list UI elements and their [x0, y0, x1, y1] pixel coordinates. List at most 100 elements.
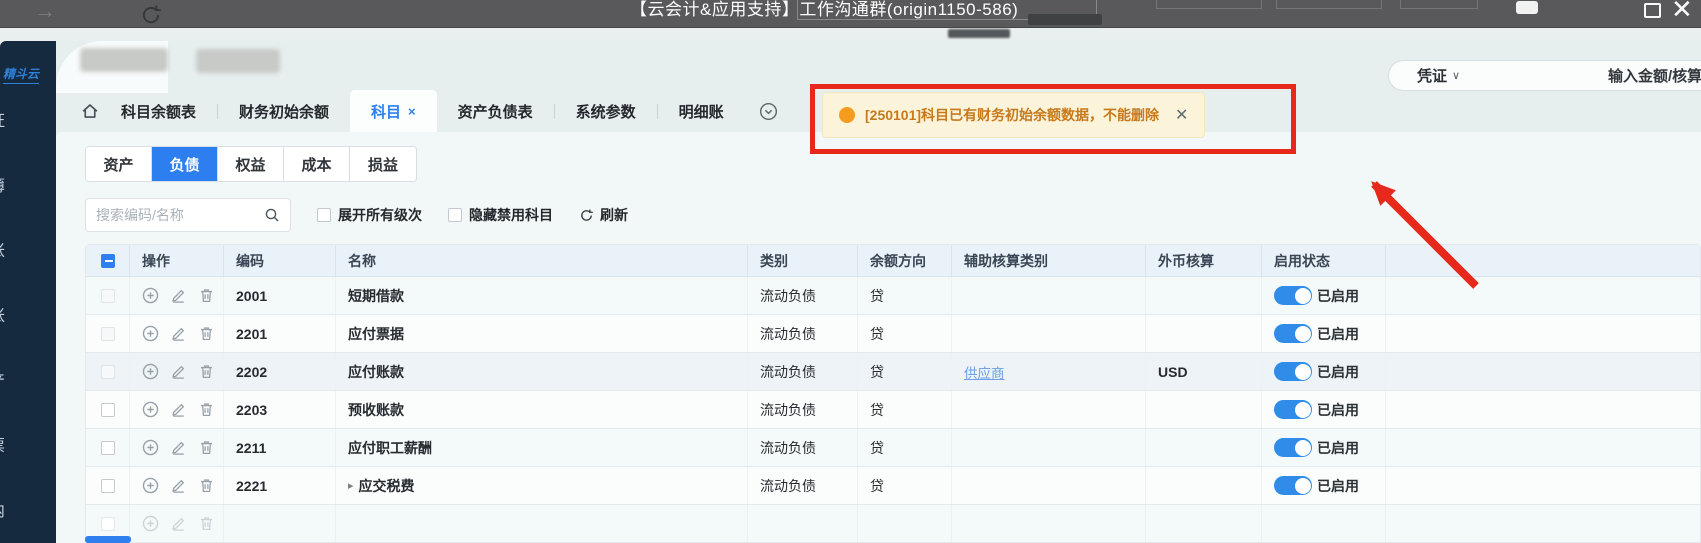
checkbox-icon[interactable]	[448, 208, 462, 222]
toast-close-icon[interactable]: ✕	[1175, 105, 1188, 125]
aux-accounting-type[interactable]: 供应商	[964, 362, 1005, 382]
titlebar-button-ghost[interactable]	[1156, 0, 1262, 9]
select-all-checkbox[interactable]	[101, 254, 115, 268]
tab-more-dropdown-icon[interactable]	[759, 102, 778, 121]
col-header-status: 启用状态	[1262, 245, 1386, 276]
tab-detail-ledger[interactable]: 明细账	[658, 90, 745, 132]
close-icon[interactable]: ✕	[1671, 0, 1693, 25]
sidebar-item[interactable]: 证	[0, 107, 33, 131]
delete-icon[interactable]	[198, 401, 215, 418]
subtab-liabilities[interactable]: 负债	[152, 147, 218, 181]
maximize-icon[interactable]	[1644, 3, 1661, 18]
enable-toggle[interactable]	[1274, 286, 1312, 305]
horizontal-scrollbar-thumb[interactable]	[85, 536, 131, 543]
edit-icon[interactable]	[170, 439, 187, 456]
row-select-cell	[86, 277, 130, 314]
status-cell: 已启用	[1262, 429, 1386, 466]
row-checkbox[interactable]	[101, 289, 115, 303]
extra-cell	[1386, 391, 1700, 428]
brand-logo: 精斗云	[3, 65, 39, 84]
expand-caret-icon[interactable]: ▸	[348, 479, 354, 492]
search-input[interactable]: 搜索编码/名称	[85, 198, 291, 232]
enable-toggle[interactable]	[1274, 362, 1312, 381]
account-name: 应付职工薪酬	[348, 438, 432, 458]
subtab-cost[interactable]: 成本	[284, 147, 350, 181]
redaction-smudge	[1028, 14, 1102, 25]
enable-toggle[interactable]	[1274, 438, 1312, 457]
tab-close-icon[interactable]: ×	[408, 104, 416, 119]
sidebar-item[interactable]: 账	[0, 302, 33, 326]
sidebar-item[interactable]: 内	[0, 497, 33, 521]
browser-forward-icon[interactable]: →	[34, 0, 56, 24]
subtab-assets[interactable]: 资产	[86, 147, 152, 181]
edit-icon[interactable]	[170, 363, 187, 380]
enable-toggle[interactable]	[1274, 476, 1312, 495]
hide-disabled-checkbox[interactable]: 隐藏禁用科目	[448, 205, 553, 225]
browser-refresh-icon[interactable]	[140, 4, 162, 31]
edit-icon[interactable]	[170, 287, 187, 304]
checkbox-icon[interactable]	[317, 208, 331, 222]
tab-system-params[interactable]: 系统参数	[555, 90, 657, 132]
add-child-icon[interactable]	[142, 477, 159, 494]
account-name: 预收账款	[348, 400, 404, 420]
delete-icon[interactable]	[198, 363, 215, 380]
row-actions-cell	[130, 505, 224, 542]
row-checkbox[interactable]	[101, 365, 115, 379]
enable-toggle[interactable]	[1274, 324, 1312, 343]
delete-icon[interactable]	[198, 515, 215, 532]
window-title: 【云会计&应用支持】工作沟通群(origin1150-586)	[630, 0, 1018, 20]
subtab-equity[interactable]: 权益	[218, 147, 284, 181]
balance-direction: 贷	[858, 429, 952, 466]
row-checkbox[interactable]	[101, 327, 115, 341]
voucher-type-dropdown[interactable]: 凭证	[1417, 65, 1447, 86]
sidebar-item[interactable]: 账	[0, 237, 33, 261]
add-child-icon[interactable]	[142, 439, 159, 456]
account-name-cell: ▸短期借款	[336, 277, 748, 314]
table-row: 2221 ▸应交税费 流动负债 贷 已启用	[86, 467, 1700, 505]
add-child-icon[interactable]	[142, 401, 159, 418]
tab-balance-sheet[interactable]: 资产负债表	[437, 90, 554, 132]
account-category: 流动负债	[748, 429, 858, 466]
row-select-cell	[86, 429, 130, 466]
sidebar-item[interactable]: 票	[0, 432, 33, 456]
account-name-cell: ▸应付职工薪酬	[336, 429, 748, 466]
row-checkbox[interactable]	[101, 441, 115, 455]
add-child-icon[interactable]	[142, 287, 159, 304]
edit-icon[interactable]	[170, 325, 187, 342]
titlebar-button-ghost[interactable]	[1276, 0, 1382, 9]
edit-icon[interactable]	[170, 401, 187, 418]
delete-icon[interactable]	[198, 287, 215, 304]
add-child-icon[interactable]	[142, 363, 159, 380]
titlebar-button-ghost[interactable]	[1400, 0, 1478, 9]
delete-icon[interactable]	[198, 439, 215, 456]
home-icon[interactable]	[80, 101, 100, 121]
enable-toggle[interactable]	[1274, 400, 1312, 419]
voucher-amount-input[interactable]: 输入金额/核算	[1608, 65, 1701, 86]
delete-icon[interactable]	[198, 477, 215, 494]
sidebar-item[interactable]: 簿	[0, 172, 33, 196]
delete-icon[interactable]	[198, 325, 215, 342]
edit-icon[interactable]	[170, 477, 187, 494]
account-category: 流动负债	[748, 277, 858, 314]
subtab-profit-loss[interactable]: 损益	[350, 147, 416, 181]
sidebar-item[interactable]: 产	[0, 367, 33, 391]
row-checkbox[interactable]	[101, 403, 115, 417]
tab-subject-balance[interactable]: 科目余额表	[100, 90, 217, 132]
add-child-icon[interactable]	[142, 515, 159, 532]
screenshot-tool-icon[interactable]	[1516, 1, 1538, 14]
row-select-cell	[86, 467, 130, 504]
col-header-category: 类别	[748, 245, 858, 276]
tab-initial-balance[interactable]: 财务初始余额	[218, 90, 350, 132]
extra-cell	[1386, 277, 1700, 314]
status-cell: 已启用	[1262, 353, 1386, 390]
chevron-down-icon[interactable]: ∨	[1452, 69, 1460, 82]
tab-accounts-active[interactable]: 科目 ×	[350, 90, 437, 132]
extra-cell	[1386, 315, 1700, 352]
row-checkbox[interactable]	[101, 479, 115, 493]
edit-icon[interactable]	[170, 515, 187, 532]
expand-all-checkbox[interactable]: 展开所有级次	[317, 205, 422, 225]
row-checkbox[interactable]	[101, 517, 115, 531]
accounts-panel: 资产 负债 权益 成本 损益 搜索编码/名称 展开所有级次 隐藏禁用科目 刷新 …	[56, 132, 1701, 543]
add-child-icon[interactable]	[142, 325, 159, 342]
refresh-button[interactable]: 刷新	[579, 205, 628, 225]
